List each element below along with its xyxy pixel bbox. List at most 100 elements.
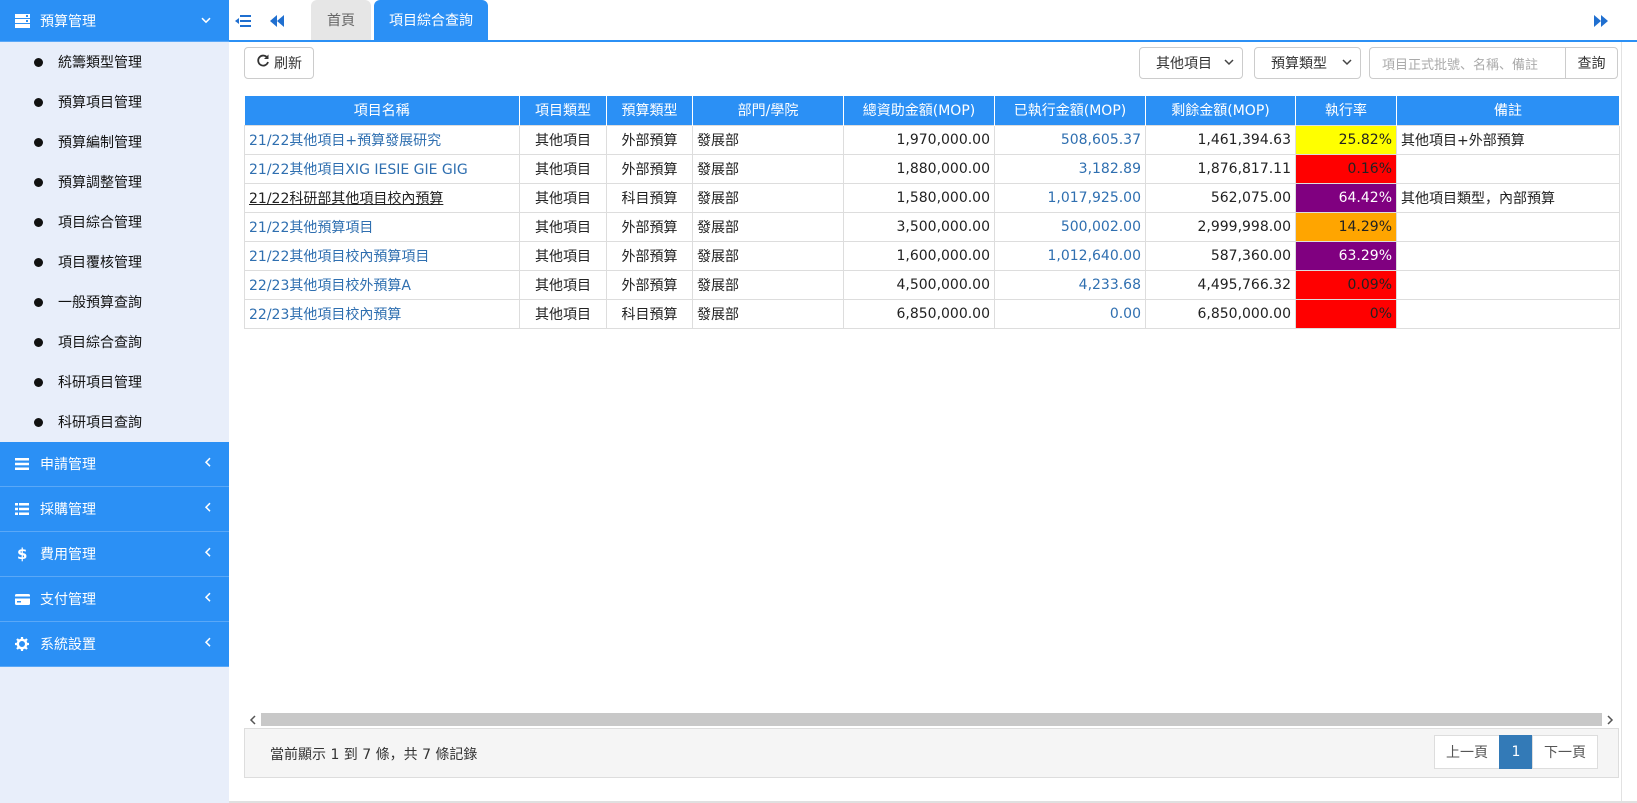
pagination-summary: 當前顯示 1 到 7 條，共 7 條記錄 <box>270 747 478 763</box>
scroll-right-icon[interactable] <box>1602 711 1619 728</box>
menu-item[interactable]: 支付管理 <box>0 577 229 622</box>
chevron-left-icon <box>204 500 211 516</box>
executed-amount-link[interactable]: 0.00 <box>994 298 1146 329</box>
column-header[interactable]: 備註 <box>1396 96 1620 125</box>
tab-home[interactable]: 首頁 <box>311 0 371 40</box>
execution-rate-cell: 0% <box>1295 298 1397 329</box>
project-category-select[interactable]: 其他項目 <box>1139 47 1243 79</box>
menu-label: 系統設置 <box>40 637 96 653</box>
total-amount-cell: 3,500,000.00 <box>843 211 995 242</box>
tab-project-query[interactable]: 項目綜合查詢 <box>374 0 488 40</box>
scroll-tabs-left-icon[interactable] <box>265 9 289 33</box>
budget-type-cell: 外部預算 <box>606 124 693 155</box>
search-input[interactable]: 項目正式批號、名稱、備註 <box>1369 47 1565 79</box>
note-cell <box>1396 298 1620 329</box>
table-row[interactable]: 22/23其他項目校外預算A 其他項目 外部預算 發展部 4,500,000.00 4,2… <box>244 269 1620 300</box>
project-name-link[interactable]: 22/23其他項目校內預算 <box>244 298 520 329</box>
sidebar-item[interactable]: 統籌類型管理 <box>0 42 229 82</box>
department-cell: 發展部 <box>692 240 844 271</box>
menu-item[interactable]: 申請管理 <box>0 442 229 487</box>
executed-amount-link[interactable]: 500,002.00 <box>994 211 1146 242</box>
column-header[interactable]: 總資助金額(MOP) <box>843 96 995 125</box>
dollar-icon: $ <box>14 546 30 562</box>
horizontal-scrollbar[interactable] <box>244 711 1619 728</box>
bullet-icon <box>34 377 43 387</box>
table-row[interactable]: 21/22其他預算項目 其他項目 外部預算 發展部 3,500,000.00 500,00… <box>244 211 1620 242</box>
bullet-icon <box>34 137 43 147</box>
executed-amount-link[interactable]: 508,605.37 <box>994 124 1146 155</box>
table-footer: 當前顯示 1 到 7 條，共 7 條記錄 上一頁 1 下一頁 <box>244 728 1619 778</box>
other-menus: 申請管理 採購管理 $ 費用管理支付管理系統設置 <box>0 442 229 667</box>
sidebar-item[interactable]: 科研項目查詢 <box>0 402 229 442</box>
bullet-icon <box>34 257 43 267</box>
column-header[interactable]: 項目名稱 <box>244 96 520 125</box>
refresh-button[interactable]: 刷新 <box>244 47 314 79</box>
next-page-button[interactable]: 下一頁 <box>1532 735 1598 769</box>
column-header[interactable]: 已執行金額(MOP) <box>994 96 1146 125</box>
prev-page-button[interactable]: 上一頁 <box>1434 735 1500 769</box>
column-header[interactable]: 預算類型 <box>606 96 693 125</box>
search-button[interactable]: 查詢 <box>1565 47 1618 79</box>
project-name-link[interactable]: 21/22其他項目+預算發展研究 <box>244 124 520 155</box>
sidebar-item[interactable]: 項目綜合查詢 <box>0 322 229 362</box>
bullet-icon <box>34 177 43 187</box>
sidebar-item[interactable]: 預算調整管理 <box>0 162 229 202</box>
menu-item[interactable]: 採購管理 <box>0 487 229 532</box>
remaining-amount-cell: 562,075.00 <box>1145 182 1296 213</box>
project-name-link[interactable]: 22/23其他項目校外預算A <box>244 269 520 300</box>
vertical-scrollbar[interactable] <box>1621 42 1637 803</box>
executed-amount-link[interactable]: 1,012,640.00 <box>994 240 1146 271</box>
menu-label: 支付管理 <box>40 592 96 608</box>
sidebar-item[interactable]: 預算項目管理 <box>0 82 229 122</box>
department-cell: 發展部 <box>692 153 844 184</box>
sidebar-item[interactable]: 一般預算查詢 <box>0 282 229 322</box>
total-amount-cell: 4,500,000.00 <box>843 269 995 300</box>
column-header[interactable]: 項目類型 <box>519 96 607 125</box>
menu-item[interactable]: 系統設置 <box>0 622 229 667</box>
table-row[interactable]: 21/22其他項目+預算發展研究 其他項目 外部預算 發展部 1,970,000.00 5… <box>244 124 1620 155</box>
project-name-link[interactable]: 21/22其他項目XIG IESIE GIE GIG <box>244 153 520 184</box>
sidebar-item[interactable]: 預算編制管理 <box>0 122 229 162</box>
sidebar-item[interactable]: 項目綜合管理 <box>0 202 229 242</box>
project-type-cell: 其他項目 <box>519 153 607 184</box>
note-cell <box>1396 269 1620 300</box>
table-row[interactable]: 21/22科研部其他項目校內預算 其他項目 科目預算 發展部 1,580,000.00 1… <box>244 182 1620 213</box>
svg-text:$: $ <box>17 546 27 562</box>
remaining-amount-cell: 2,999,998.00 <box>1145 211 1296 242</box>
toggle-sidebar-icon[interactable] <box>231 9 255 33</box>
column-header[interactable]: 剩餘金額(MOP) <box>1145 96 1296 125</box>
chevron-left-icon <box>204 545 211 561</box>
project-name-link[interactable]: 21/22其他項目校內預算項目 <box>244 240 520 271</box>
executed-amount-link[interactable]: 1,017,925.00 <box>994 182 1146 213</box>
bullet-icon <box>34 417 43 427</box>
project-name-link[interactable]: 21/22科研部其他項目校內預算 <box>244 182 520 213</box>
execution-rate-cell: 0.09% <box>1295 269 1397 300</box>
total-amount-cell: 1,970,000.00 <box>843 124 995 155</box>
execution-rate-cell: 14.29% <box>1295 211 1397 242</box>
pagination: 上一頁 1 下一頁 <box>1434 735 1598 769</box>
sidebar-item[interactable]: 項目覆核管理 <box>0 242 229 282</box>
executed-amount-link[interactable]: 4,233.68 <box>994 269 1146 300</box>
budget-type-cell: 外部預算 <box>606 269 693 300</box>
department-cell: 發展部 <box>692 269 844 300</box>
scrollbar-thumb[interactable] <box>261 713 1602 726</box>
menu-item[interactable]: $ 費用管理 <box>0 532 229 577</box>
budget-submenu: 統籌類型管理 預算項目管理 預算編制管理 預算調整管理 項目綜合管理 項目覆核管理 一般預算… <box>0 42 229 442</box>
scroll-tabs-right-icon[interactable] <box>1589 9 1613 33</box>
project-type-cell: 其他項目 <box>519 240 607 271</box>
sidebar: 預算管理 統籌類型管理 預算項目管理 預算編制管理 預算調整管理 項目綜合管理 項目覆核管… <box>0 0 229 803</box>
table-row[interactable]: 22/23其他項目校內預算 其他項目 科目預算 發展部 6,850,000.00 0.00… <box>244 298 1620 329</box>
column-header[interactable]: 執行率 <box>1295 96 1397 125</box>
table-row[interactable]: 21/22其他項目校內預算項目 其他項目 外部預算 發展部 1,600,000.00 1,… <box>244 240 1620 271</box>
scroll-left-icon[interactable] <box>244 711 261 728</box>
sidebar-item[interactable]: 科研項目管理 <box>0 362 229 402</box>
budget-type-select[interactable]: 預算類型 <box>1254 47 1361 79</box>
table-row[interactable]: 21/22其他項目XIG IESIE GIE GIG 其他項目 外部預算 發展部 1,8… <box>244 153 1620 184</box>
menu-budget-management[interactable]: 預算管理 <box>0 0 229 42</box>
note-cell <box>1396 211 1620 242</box>
page-1-button[interactable]: 1 <box>1499 735 1533 769</box>
total-amount-cell: 1,880,000.00 <box>843 153 995 184</box>
column-header[interactable]: 部門/學院 <box>692 96 844 125</box>
executed-amount-link[interactable]: 3,182.89 <box>994 153 1146 184</box>
project-name-link[interactable]: 21/22其他預算項目 <box>244 211 520 242</box>
